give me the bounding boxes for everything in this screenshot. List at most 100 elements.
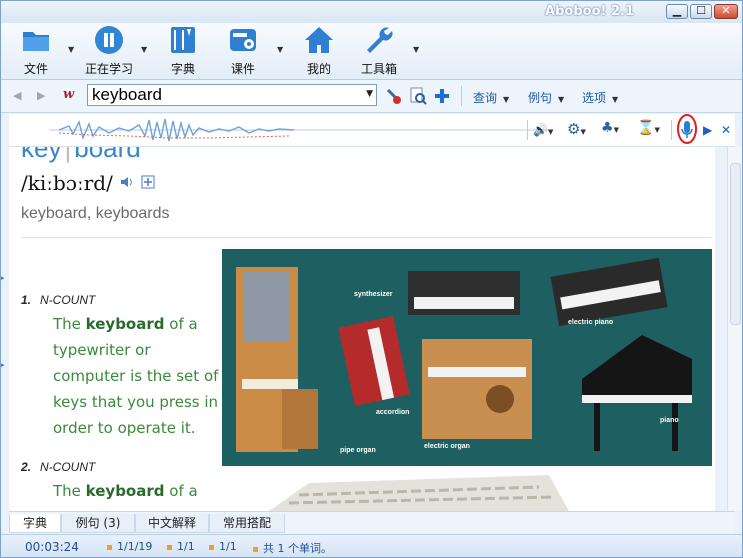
minimize-icon: ▁ [672,4,682,17]
maximize-button[interactable]: ☐ [690,4,712,19]
ribbon-toolbox-label: 工具箱 [360,62,397,76]
examples-menu[interactable]: 例句 ▼ [528,89,564,106]
ribbon-dictionary-label: 字典 [170,62,195,76]
audio-bar: 🔊▼ ⚙▼ ♣▼ ⌛▼ ▶ ✕ [9,113,735,166]
status-marker-icon [209,544,214,550]
ribbon-courseware-label: 课件 [230,62,255,76]
window-controls: ▁ ☐ ✕ [666,4,738,19]
collapse-left-icon[interactable]: ▸ [1,361,5,369]
speaker-icon[interactable] [120,175,134,189]
add-to-list-icon[interactable] [141,175,155,189]
caption-piano: piano [660,417,679,424]
options-menu[interactable]: 选项 ▼ [582,89,618,106]
status-page: 1/1 [209,540,237,553]
caption-accordion: accordion [376,409,410,416]
chevron-down-icon[interactable]: ▼ [413,45,419,54]
forward-icon[interactable]: ▶ [37,89,45,102]
sense-definition: The keyboard of a typewriter or computer… [53,311,223,441]
book-icon [171,27,195,53]
chevron-down-icon: ▼ [558,95,565,104]
headword-syllable: board [74,147,141,163]
close-button[interactable]: ✕ [714,4,738,19]
divider [21,237,711,238]
maximize-icon: ☐ [696,4,706,17]
search-toolbar: ◀ ▶ w ▼ 查询 ▼ 例句 ▼ 选项 ▼ [1,80,742,113]
tab-collocations[interactable]: 常用搭配 [209,514,285,533]
sense-pos: N-COUNT [40,293,96,307]
status-page-value: 1/1 [219,540,237,553]
playback-time: 00:03:24 [25,540,79,554]
add-icon[interactable] [433,87,451,105]
clear-icon[interactable] [385,87,403,105]
app-window: Aboboo! 2.1 ▁ ☐ ✕ 文件 ▼ 正在学习 ▼ 字典 课件 ▼ 我的… [0,0,743,558]
phonetic: /kiːbɔːrd/ [21,171,113,195]
app-title: Aboboo! 2.1 [545,4,634,19]
disc-drive-icon [230,29,256,51]
toolbar-divider [461,86,462,106]
ribbon-mine[interactable]: 我的 [289,25,349,77]
page-search-icon[interactable] [409,87,427,105]
back-icon[interactable]: ◀ [13,89,21,102]
chevron-down-icon[interactable]: ▼ [141,45,147,54]
ribbon-dictionary[interactable]: 字典 [153,25,213,77]
home-icon [305,27,333,53]
ribbon-file-label: 文件 [23,62,48,76]
hourglass-icon[interactable]: ⌛▼ [637,120,660,136]
volume-icon[interactable]: 🔊▼ [533,123,553,137]
tab-examples[interactable]: 例句 (3) [61,514,135,533]
chevron-down-icon[interactable]: ▼ [366,89,373,99]
chevron-down-icon: ▼ [503,95,510,104]
query-menu-label: 查询 [473,91,498,105]
status-marker-icon [253,546,258,552]
search-input[interactable] [88,85,356,105]
share-icon[interactable]: ♣▼ [601,120,619,136]
waveform[interactable] [49,116,549,144]
tab-dictionary[interactable]: 字典 [9,514,61,533]
ribbon-file[interactable]: 文件 ▼ [6,25,74,77]
headword-syllable: key [21,147,62,163]
ribbon-mine-label: 我的 [306,62,331,76]
wikipedia-icon[interactable]: w [63,87,74,102]
close-icon: ✕ [721,4,731,17]
microphone-record-icon[interactable] [676,113,698,145]
definition-text: of a [164,482,198,500]
headword: key | board [21,147,141,164]
wrench-icon [367,27,393,53]
word-forms: keyboard, keyboards [21,205,170,222]
caption-synthesizer: synthesizer [354,291,393,298]
definition-keyword: keyboard [85,315,165,333]
ribbon-toolbox[interactable]: 工具箱 ▼ [349,25,419,77]
vertical-scrollbar[interactable] [727,147,742,511]
minimize-button[interactable]: ▁ [666,4,688,19]
collapse-left-icon[interactable]: ▸ [1,274,5,282]
definition-keyword: keyboard [85,482,165,500]
gear-icon[interactable]: ⚙▼ [567,120,586,138]
sense-number: 1. [21,293,32,307]
scrollbar-thumb[interactable] [730,163,741,325]
close-icon[interactable]: ✕ [721,123,731,137]
definition-text: The [53,482,86,500]
chevron-down-icon[interactable]: ▼ [277,45,283,54]
status-position: 1/1/19 [107,540,152,553]
left-edge: ▸ ▸ [1,146,9,511]
chevron-down-icon[interactable]: ▼ [68,45,74,54]
definition-text: The [53,315,86,333]
status-marker-icon [167,544,172,550]
ribbon-studying[interactable]: 正在学习 ▼ [79,25,147,77]
chevron-down-icon: ▼ [612,95,619,104]
sense-number: 2. [21,460,32,474]
options-menu-label: 选项 [582,91,607,105]
search-box[interactable]: ▼ [87,84,377,106]
play-icon[interactable]: ▶ [703,123,712,137]
folder-icon [23,32,49,51]
dictionary-content: key | board /kiːbɔːrd/ keyboard, keyboards… [9,147,715,511]
definition-text: of a typewriter or computer is the set o… [53,315,219,437]
tab-chinese-explanation[interactable]: 中文解释 [135,514,209,533]
ribbon-courseware[interactable]: 课件 ▼ [213,25,283,77]
sense-pos: N-COUNT [40,460,96,474]
main-ribbon: 文件 ▼ 正在学习 ▼ 字典 课件 ▼ 我的 工具箱 ▼ [1,23,742,80]
instruments-drawing [236,257,692,452]
caption-electric-organ: electric organ [424,443,470,450]
status-marker-icon [107,544,112,550]
query-menu[interactable]: 查询 ▼ [473,89,509,106]
